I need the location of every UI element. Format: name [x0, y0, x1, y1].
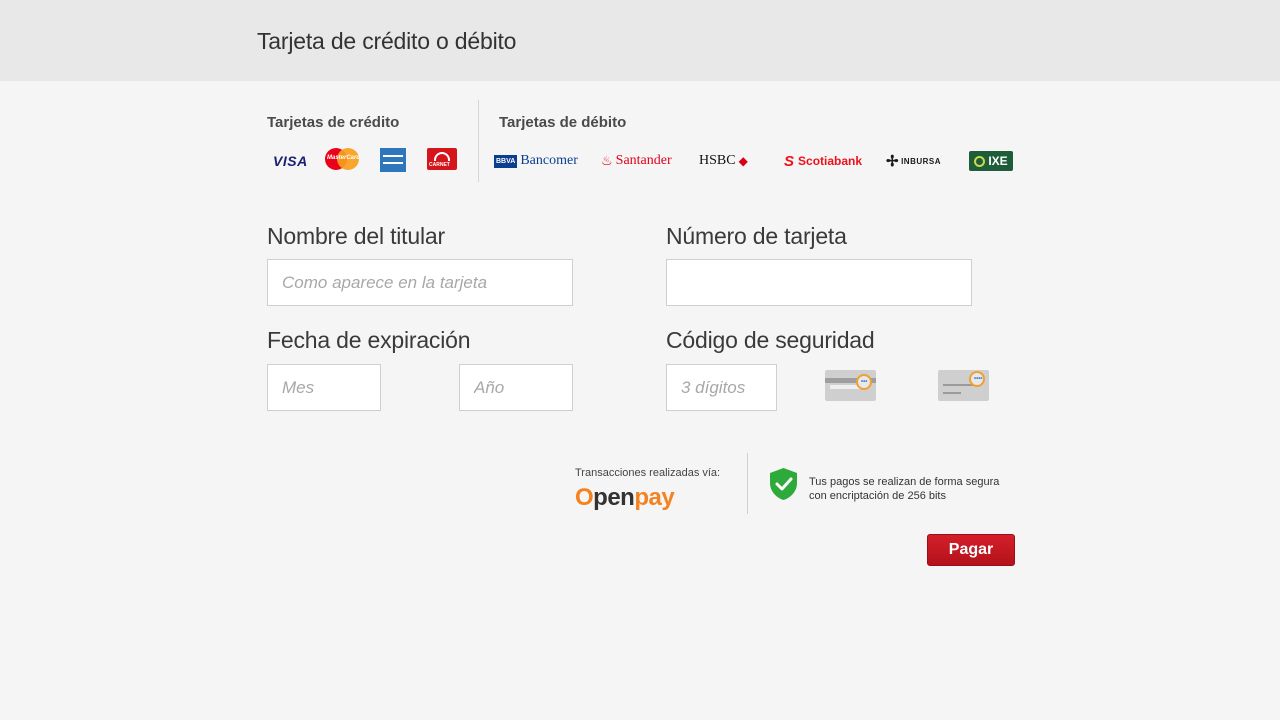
hsbc-hexagon-icon: ◆ [738, 153, 748, 168]
bancomer-logo: BBVA Bancomer [494, 153, 578, 168]
inbursa-logo: ✢ INBURSA [886, 153, 942, 170]
holder-name-input[interactable] [267, 259, 573, 306]
page-title: Tarjeta de crédito o débito [257, 28, 517, 54]
santander-logo: ♨ Santander [601, 153, 672, 168]
openpay-caption: Transacciones realizadas vía: [575, 467, 721, 479]
security-code-input[interactable] [666, 364, 777, 411]
debit-cards-label: Tarjetas de débito [499, 114, 627, 131]
openpay-logo: Openpay [575, 484, 675, 511]
scotiabank-s-icon: S [784, 152, 795, 170]
openpay-block: Transacciones realizadas vía: Openpay [575, 467, 720, 512]
secure-line-1: Tus pagos se realizan de forma segura [809, 476, 1000, 488]
card-number-label: Número de tarjeta [666, 223, 847, 249]
expiry-year-input[interactable] [459, 364, 573, 411]
ixe-logo: IXE [969, 151, 1013, 171]
ixe-ring-icon [974, 155, 986, 167]
shield-check-icon [770, 468, 797, 500]
cvv-card-back-icon: ••• [825, 370, 876, 401]
security-code-label: Código de seguridad [666, 327, 875, 353]
card-number-input[interactable] [666, 259, 972, 306]
hsbc-logo: HSBC ◆ [699, 153, 748, 168]
cvv-card-front-icon: •••• [938, 370, 989, 401]
expiry-date-label: Fecha de expiración [267, 327, 471, 353]
amex-logo [380, 148, 406, 172]
scotiabank-logo: S Scotiabank [784, 152, 863, 170]
secure-payment-text: Tus pagos se realizan de forma segura co… [809, 475, 1019, 503]
visa-logo: VISA [273, 153, 308, 169]
pay-button[interactable]: Pagar [927, 534, 1015, 566]
footer-divider [747, 453, 748, 514]
credit-cards-label: Tarjetas de crédito [267, 114, 400, 131]
inbursa-mark-icon: ✢ [886, 153, 900, 170]
cards-divider [478, 100, 479, 182]
secure-line-2: con encriptación de 256 bits [809, 490, 946, 502]
expiry-month-input[interactable] [267, 364, 381, 411]
holder-name-label: Nombre del titular [267, 223, 445, 249]
top-bar: Tarjeta de crédito o débito [0, 0, 1280, 81]
santander-flame-icon: ♨ [601, 153, 613, 168]
carnet-logo: CARNET [427, 148, 457, 170]
accepted-cards-panel: Tarjetas de crédito Tarjetas de débito V… [267, 100, 1027, 184]
mastercard-logo: MasterCard [325, 148, 360, 170]
